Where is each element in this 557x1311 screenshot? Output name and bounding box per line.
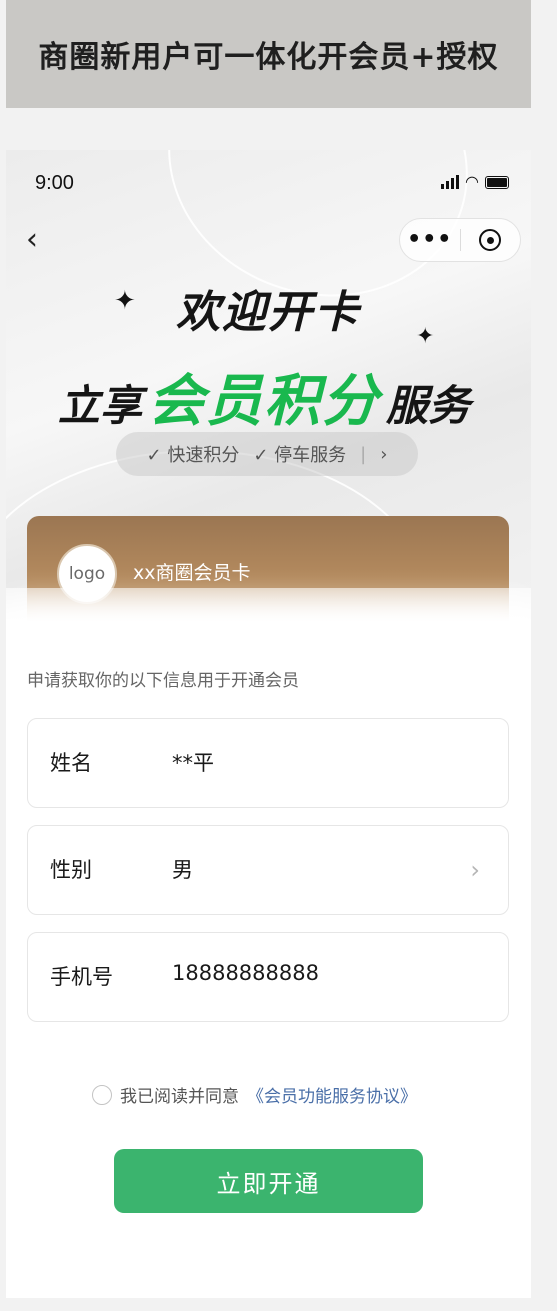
pill-separator: | xyxy=(360,443,367,465)
headline-highlight: 会员积分 xyxy=(148,369,381,434)
feature-pill[interactable]: ✓ 快速积分 ✓ 停车服务 | › xyxy=(116,432,418,476)
close-button[interactable] xyxy=(461,229,521,251)
chevron-right-icon: › xyxy=(470,856,480,884)
gender-field[interactable]: 性别 男 › xyxy=(27,825,509,915)
name-field[interactable]: 姓名 **平 xyxy=(27,718,509,808)
sheet-description: 申请获取你的以下信息用于开通会员 xyxy=(27,671,299,691)
chevron-left-icon: ‹ xyxy=(26,222,38,257)
field-value: 18888888888 xyxy=(172,961,319,985)
banner-title: 商圈新用户可一体化开会员+授权 xyxy=(38,40,499,75)
welcome-title: 欢迎开卡 xyxy=(176,287,360,338)
field-label: 手机号 xyxy=(50,965,113,989)
status-icons: ◠ xyxy=(441,172,509,191)
field-value: 男 xyxy=(172,858,193,882)
sparkle-icon: ✦ xyxy=(114,286,136,316)
activate-button[interactable]: 立即开通 xyxy=(114,1149,423,1213)
sparkle-icon: ✦ xyxy=(416,324,435,349)
status-bar: 9:00 ◠ xyxy=(6,172,531,198)
phone-screen: 9:00 ◠ ‹ ••• ✦ ✦ 欢迎开卡 立享 会员积分 服务 ✓ 快速积分 … xyxy=(6,150,531,1298)
authorization-sheet: 申请获取你的以下信息用于开通会员 姓名 **平 性别 男 › 手机号 18888… xyxy=(6,588,531,1298)
mini-program-capsule: ••• xyxy=(399,218,521,262)
feature-fast-points: ✓ 快速积分 xyxy=(146,445,240,466)
field-value: **平 xyxy=(172,751,214,775)
field-label: 姓名 xyxy=(50,751,92,775)
agreement-radio[interactable] xyxy=(92,1084,112,1105)
headline: 立享 会员积分 服务 xyxy=(58,356,470,434)
top-banner: 商圈新用户可一体化开会员+授权 xyxy=(6,0,531,108)
target-icon xyxy=(479,229,502,251)
phone-field[interactable]: 手机号 18888888888 xyxy=(27,932,509,1022)
wifi-icon: ◠ xyxy=(465,172,479,191)
status-time: 9:00 xyxy=(35,172,74,194)
card-name: xx商圈会员卡 xyxy=(133,562,251,584)
chevron-right-icon: › xyxy=(380,443,388,465)
field-label: 性别 xyxy=(50,858,92,882)
back-button[interactable]: ‹ xyxy=(26,225,50,256)
signal-icon xyxy=(441,175,460,189)
sheet-fade xyxy=(6,588,531,622)
agreement-text: 我已阅读并同意 xyxy=(120,1087,239,1107)
agreement-link[interactable]: 《会员功能服务协议》 xyxy=(247,1082,417,1107)
feature-parking: ✓ 停车服务 xyxy=(253,445,347,466)
agreement-row: 我已阅读并同意 《会员功能服务协议》 xyxy=(92,1082,417,1107)
more-icon: ••• xyxy=(407,227,453,252)
battery-icon xyxy=(485,175,509,189)
more-button[interactable]: ••• xyxy=(400,227,460,252)
headline-prefix: 立享 xyxy=(58,381,143,430)
headline-suffix: 服务 xyxy=(386,381,471,430)
